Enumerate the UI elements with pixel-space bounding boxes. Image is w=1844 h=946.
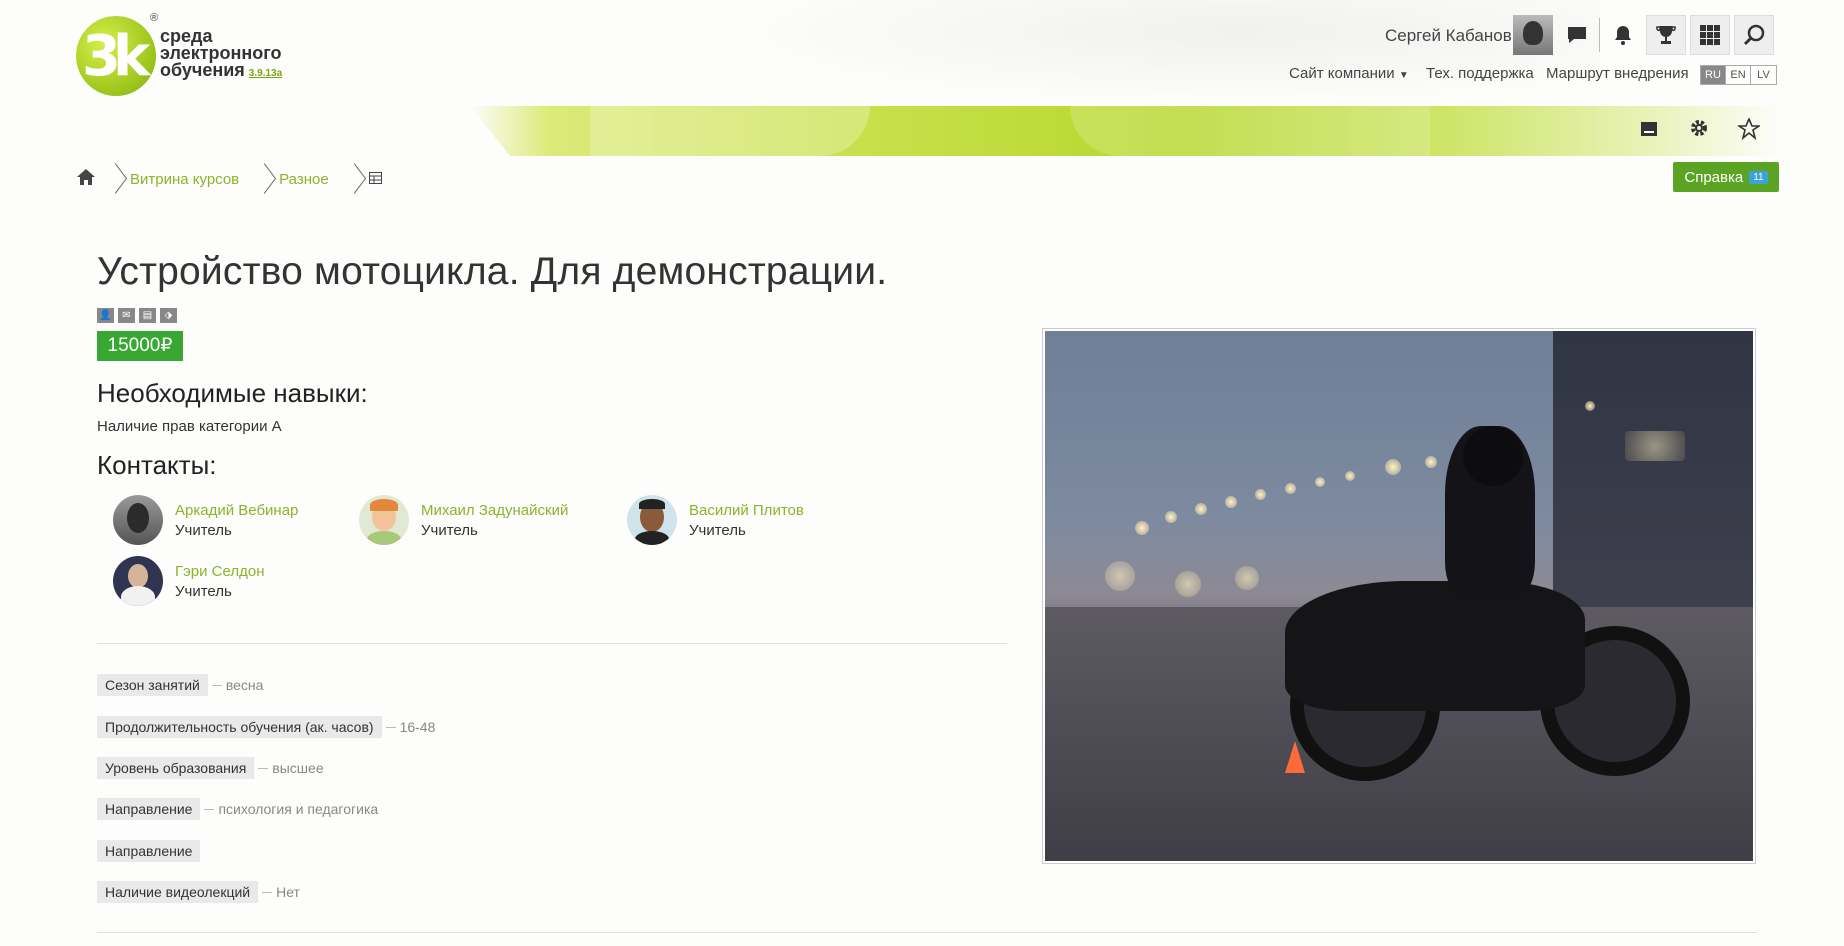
property-value: весна (225, 677, 264, 693)
contact-role: Учитель (175, 582, 232, 600)
property-key: Продолжительность обучения (ак. часов) (97, 716, 382, 738)
breadcrumb-separator (106, 164, 124, 194)
language-switcher: RU EN LV (1700, 65, 1777, 85)
property-row: Направление (97, 840, 201, 862)
mail-icon[interactable]: ✉ (118, 308, 135, 323)
help-button[interactable]: Справка 11 (1673, 162, 1779, 192)
property-value: Нет (276, 884, 300, 900)
search-icon[interactable] (1734, 15, 1774, 55)
property-value: 16-48 (399, 719, 436, 735)
property-key: Сезон занятий (97, 674, 208, 696)
support-link[interactable]: Тех. поддержка (1426, 65, 1534, 82)
course-title: Устройство мотоцикла. Для демонстрации. (97, 250, 888, 293)
contact-name: Василий Плитов (689, 501, 804, 519)
avatar (359, 495, 409, 545)
property-key: Направление (97, 798, 201, 820)
bell-icon[interactable] (1603, 15, 1643, 55)
header-banner (470, 106, 1780, 156)
chat-icon[interactable] (1557, 15, 1597, 55)
logo-text: среда электронного обучения 3.9.13a (160, 26, 283, 80)
apps-grid-icon[interactable] (1690, 15, 1730, 55)
contact-name: Михаил Задунайский (421, 501, 569, 519)
property-key: Уровень образования (97, 757, 255, 779)
property-row: Сезон занятий весна (97, 674, 263, 696)
property-key: Направление (97, 840, 201, 862)
property-key: Наличие видеолекций (97, 881, 259, 903)
contact-card[interactable]: Гэри Селдон Учитель (113, 556, 264, 606)
breadcrumb-catalog[interactable]: Витрина курсов (130, 171, 239, 188)
property-value: психология и педагогика (218, 801, 379, 817)
star-icon[interactable] (1736, 116, 1762, 144)
contact-name: Аркадий Вебинар (175, 501, 299, 519)
property-row: Уровень образования высшее (97, 757, 324, 779)
property-row: Наличие видеолекций Нет (97, 881, 300, 903)
chevron-down-icon: ▼ (1398, 70, 1409, 81)
contacts-heading: Контакты: (97, 450, 217, 480)
home-icon[interactable] (76, 168, 98, 190)
course-image (1042, 328, 1756, 864)
divider (97, 643, 1007, 644)
skills-heading: Необходимые навыки: (97, 378, 368, 408)
tag-icon[interactable]: ⬗ (160, 308, 177, 323)
logo[interactable]: 3k ® среда электронного обучения 3.9.13a (76, 12, 306, 100)
contact-role: Учитель (421, 521, 478, 539)
breadcrumb-separator (345, 164, 363, 194)
logo-mark: 3k (76, 16, 156, 96)
user-avatar[interactable] (1513, 15, 1553, 55)
version-link: 3.9.13a (248, 68, 283, 79)
divider (97, 932, 1757, 933)
trophy-icon[interactable] (1646, 15, 1686, 55)
gear-icon[interactable] (1686, 118, 1712, 144)
user-name[interactable]: Сергей Кабанов (1385, 26, 1512, 46)
avatar (113, 495, 163, 545)
property-value: высшее (272, 760, 324, 776)
breadcrumb: Витрина курсов Разное (76, 164, 382, 194)
breadcrumb-misc[interactable]: Разное (279, 171, 329, 188)
price-badge: 15000₽ (97, 331, 183, 361)
company-site-link[interactable]: Сайт компании ▼ (1289, 65, 1409, 82)
skills-text: Наличие прав категории А (97, 418, 282, 435)
contact-name: Гэри Селдон (175, 562, 265, 580)
contact-card[interactable]: Василий Плитов Учитель (627, 495, 804, 545)
user-icon[interactable]: 👤 (97, 308, 114, 323)
property-row: Продолжительность обучения (ак. часов) 16… (97, 716, 435, 738)
help-count-badge: 11 (1749, 170, 1768, 184)
contact-role: Учитель (175, 521, 232, 539)
roadmap-link[interactable]: Маршрут внедрения (1546, 65, 1689, 82)
breadcrumb-separator (255, 164, 273, 194)
divider (1599, 18, 1600, 52)
course-action-icons: 👤 ✉ ▤ ⬗ (97, 308, 177, 323)
contact-card[interactable]: Михаил Задунайский Учитель (359, 495, 568, 545)
lang-lv[interactable]: LV (1751, 66, 1776, 84)
header-decoration (700, 0, 1600, 106)
folder-icon[interactable]: ▤ (139, 308, 156, 323)
property-row: Направление психология и педагогика (97, 798, 378, 820)
table-icon (368, 171, 382, 187)
card-icon[interactable] (1636, 118, 1662, 144)
avatar (113, 556, 163, 606)
lang-ru[interactable]: RU (1701, 66, 1726, 84)
avatar (627, 495, 677, 545)
lang-en[interactable]: EN (1726, 66, 1751, 84)
contact-card[interactable]: Аркадий Вебинар Учитель (113, 495, 298, 545)
contact-role: Учитель (689, 521, 746, 539)
